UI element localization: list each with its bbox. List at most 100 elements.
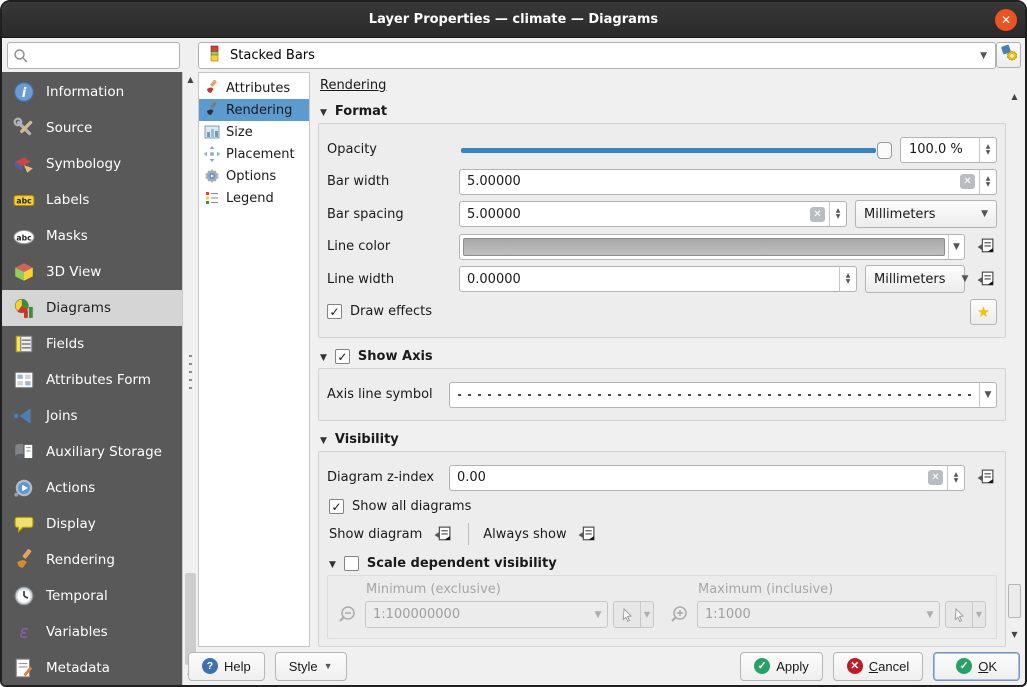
show-axis-group-header[interactable]: Show Axis — [320, 349, 1006, 364]
scale-dependent-header[interactable]: Scale dependent visibility — [329, 556, 997, 571]
diagram-type-combo[interactable]: Stacked Bars ▼ — [198, 42, 996, 69]
data-defined-override-button[interactable] — [430, 522, 454, 546]
scroll-down-icon[interactable]: ▼ — [1007, 628, 1022, 642]
ok-button[interactable]: ✓ OK — [933, 652, 1020, 681]
auto-placement-settings-button[interactable] — [996, 42, 1021, 68]
sidebar-item-rendering[interactable]: Rendering — [2, 542, 182, 578]
format-group-header[interactable]: Format — [320, 104, 1006, 119]
chevron-down-icon[interactable]: ▼ — [640, 602, 653, 627]
draw-effects-checkbox[interactable] — [327, 304, 342, 319]
bar-width-input[interactable]: 5.00000 ✕ — [459, 169, 997, 195]
sidebar-item-variables[interactable]: ε Variables — [2, 614, 182, 650]
scroll-up-icon[interactable]: ▲ — [183, 73, 198, 87]
sidebar-item-3d-view[interactable]: 3D View — [2, 254, 182, 290]
slider-handle[interactable] — [877, 142, 892, 159]
spinner[interactable] — [947, 466, 964, 490]
sidebar-item-joins[interactable]: Joins — [2, 398, 182, 434]
placement-icon — [204, 146, 220, 162]
scrollbar-thumb[interactable] — [1008, 584, 1021, 618]
customize-effects-button[interactable]: ★ — [970, 299, 997, 325]
style-button[interactable]: Style ▼ — [275, 652, 347, 681]
search-input[interactable] — [34, 44, 177, 67]
collapse-arrow-icon[interactable] — [329, 556, 336, 571]
sidebar-item-auxiliary-storage[interactable]: Auxiliary Storage — [2, 434, 182, 470]
splitter-grip[interactable] — [189, 355, 192, 389]
clear-icon[interactable]: ✕ — [810, 207, 825, 222]
clear-icon[interactable]: ✕ — [928, 470, 943, 485]
minimum-scale-label: Minimum (exclusive) — [366, 582, 654, 597]
tab-label: Legend — [226, 191, 274, 206]
tab-attributes[interactable]: Attributes — [199, 77, 309, 99]
titlebar[interactable]: Layer Properties — climate — Diagrams ✕ — [2, 2, 1025, 38]
bar-spacing-input[interactable]: 5.00000 ✕ — [459, 201, 847, 227]
sidebar-item-masks[interactable]: abc Masks — [2, 218, 182, 254]
sidebar-item-metadata[interactable]: Metadata — [2, 650, 182, 686]
sidebar-scrollbar[interactable]: ▲ ▼ — [182, 72, 198, 685]
spinner[interactable] — [979, 138, 996, 162]
sidebar-item-fields[interactable]: Fields — [2, 326, 182, 362]
data-defined-override-icon — [577, 525, 596, 544]
visibility-group-header[interactable]: Visibility — [320, 432, 1006, 447]
spinner[interactable] — [979, 170, 996, 194]
close-icon[interactable]: ✕ — [995, 9, 1017, 31]
opacity-slider[interactable] — [459, 137, 892, 163]
sidebar-item-labels[interactable]: abc Labels — [2, 182, 182, 218]
cancel-button[interactable]: ✕ Cancel — [833, 652, 923, 681]
line-width-input[interactable]: 0.00000 — [459, 266, 857, 292]
bar-spacing-unit-combo[interactable]: Millimeters ▼ — [855, 200, 997, 228]
collapse-arrow-icon[interactable] — [320, 432, 327, 447]
visibility-group: Diagram z-index 0.00 ✕ Show all diagrams — [318, 451, 1006, 647]
sidebar-item-label: Source — [46, 120, 92, 136]
scale-dependent-checkbox[interactable] — [344, 556, 359, 571]
z-index-input[interactable]: 0.00 ✕ — [449, 465, 965, 491]
collapse-arrow-icon[interactable] — [320, 104, 327, 119]
sidebar-item-actions[interactable]: Actions — [2, 470, 182, 506]
show-axis-group: Axis line symbol ▼ — [318, 368, 1006, 421]
tab-size[interactable]: Size — [199, 121, 309, 143]
tab-options[interactable]: Options — [199, 165, 309, 187]
clear-icon[interactable]: ✕ — [960, 174, 975, 189]
data-defined-override-button[interactable] — [973, 267, 997, 291]
bar-width-label: Bar width — [327, 174, 459, 189]
scroll-up-icon[interactable]: ▲ — [1007, 90, 1022, 104]
chevron-down-icon[interactable]: ▼ — [979, 383, 996, 407]
sidebar-item-symbology[interactable]: Symbology — [2, 146, 182, 182]
axis-line-symbol-button[interactable]: ▼ — [449, 382, 997, 408]
data-defined-override-button[interactable] — [973, 466, 997, 490]
opacity-spinbox[interactable]: 100.0 % — [900, 137, 997, 163]
set-to-map-canvas-button[interactable]: ▼ — [613, 601, 654, 628]
sidebar-item-source[interactable]: Source — [2, 110, 182, 146]
set-to-map-canvas-button[interactable]: ▼ — [945, 601, 986, 628]
apply-check-icon: ✓ — [754, 658, 770, 674]
sidebar-item-attributes-form[interactable]: Attributes Form — [2, 362, 182, 398]
chevron-down-icon[interactable]: ▼ — [972, 602, 985, 627]
tab-rendering[interactable]: Rendering — [199, 99, 309, 121]
help-button[interactable]: ? Help — [188, 652, 265, 681]
line-width-unit-combo[interactable]: Millimeters ▼ — [865, 265, 965, 293]
window-title: Layer Properties — climate — Diagrams — [369, 12, 658, 27]
data-defined-override-icon — [976, 270, 995, 289]
sidebar-item-temporal[interactable]: Temporal — [2, 578, 182, 614]
variables-icon: ε — [13, 621, 35, 643]
spinner[interactable] — [829, 202, 846, 226]
line-color-button[interactable]: ▼ — [459, 234, 965, 260]
main-scrollbar[interactable]: ▲ ▼ — [1007, 90, 1022, 642]
sidebar-item-diagrams[interactable]: Diagrams — [2, 290, 182, 326]
slider-track — [461, 148, 876, 153]
data-defined-override-button[interactable] — [973, 235, 997, 259]
group-title: Visibility — [335, 432, 399, 447]
sidebar-item-information[interactable]: i Information — [2, 74, 182, 110]
minimum-scale-combo[interactable]: 1:100000000 ▼ — [365, 601, 608, 628]
sidebar-item-display[interactable]: Display — [2, 506, 182, 542]
show-all-diagrams-checkbox[interactable] — [329, 499, 344, 514]
apply-button[interactable]: ✓ Apply — [740, 652, 823, 681]
data-defined-override-button[interactable] — [575, 522, 599, 546]
tab-legend[interactable]: Legend — [199, 187, 309, 209]
maximum-scale-combo[interactable]: 1:1000 ▼ — [697, 601, 940, 628]
spinner[interactable] — [839, 267, 856, 291]
show-axis-checkbox[interactable] — [335, 349, 350, 364]
tab-placement[interactable]: Placement — [199, 143, 309, 165]
chevron-down-icon[interactable]: ▼ — [948, 235, 964, 259]
collapse-arrow-icon[interactable] — [320, 349, 327, 364]
help-icon: ? — [202, 658, 218, 674]
